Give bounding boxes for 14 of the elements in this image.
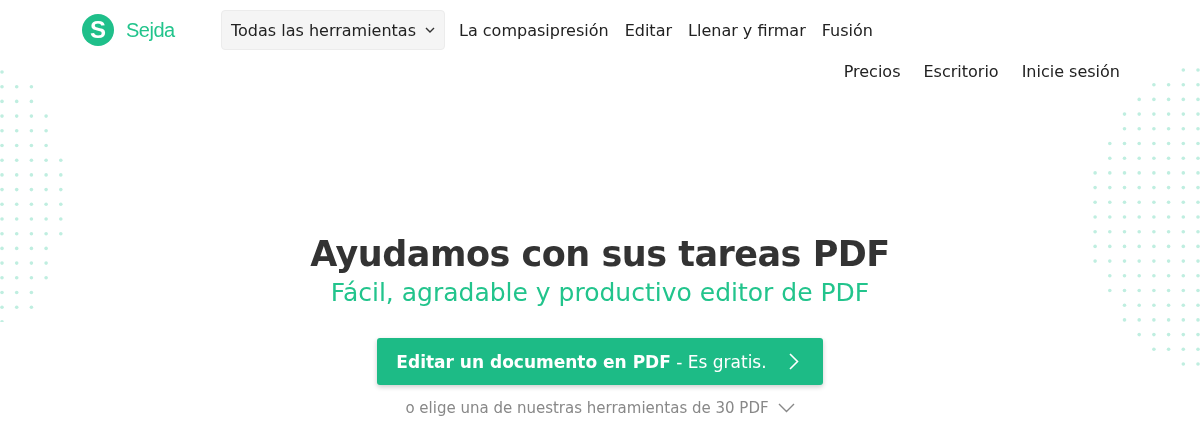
tools-link[interactable]: o elige una de nuestras herramientas de 30 PDF	[405, 399, 795, 417]
hero-title: Ayudamos con sus tareas PDF	[310, 233, 890, 275]
hero-subtitle: Fácil, agradable y productivo editor de PDF	[330, 277, 870, 309]
nav-link[interactable]: Precios	[820, 61, 901, 81]
nav-link[interactable]: La compasipresión	[451, 20, 617, 40]
caret-icon	[425, 27, 435, 33]
nav-link[interactable]: Escritorio	[900, 61, 999, 81]
nav-link[interactable]: Fusión	[813, 20, 881, 40]
nav-link[interactable]: Inicie sesión	[998, 61, 1120, 81]
tools-dropdown[interactable]: Todas las herramientas	[221, 10, 445, 50]
nav-link[interactable]: Llenar y firmar	[680, 20, 814, 40]
nav-link[interactable]: Editar	[616, 20, 681, 40]
chevron-down-icon	[777, 403, 795, 413]
chevron-right-icon	[788, 353, 799, 370]
